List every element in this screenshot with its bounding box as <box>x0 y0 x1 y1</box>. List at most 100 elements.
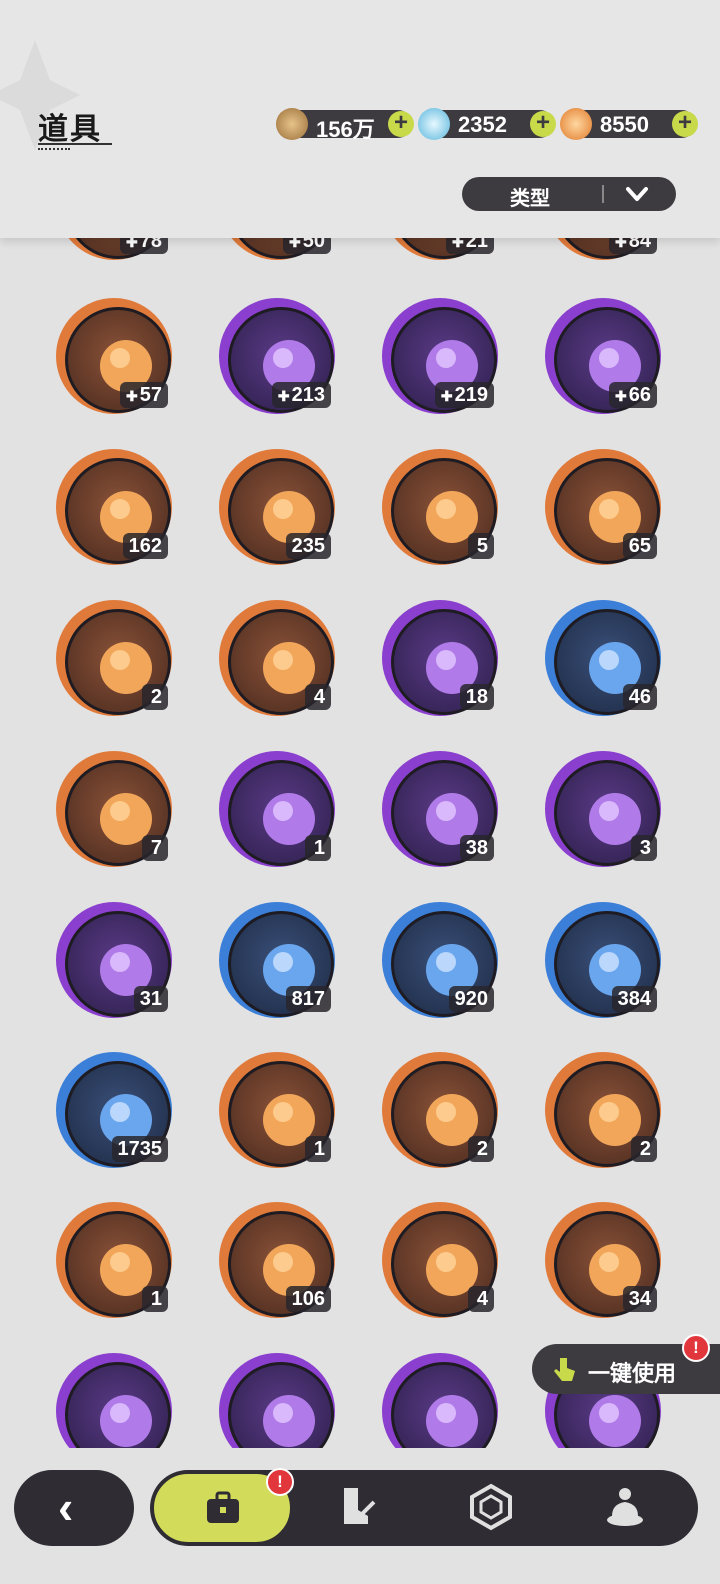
one-key-use-button[interactable]: 一键使用 ! <box>532 1334 720 1394</box>
item-count-value: 57 <box>139 384 162 406</box>
item-count: 18 <box>459 684 494 710</box>
item-count: ✚ 213 <box>271 382 331 408</box>
item-count: 2 <box>631 1136 657 1162</box>
currency-star-value: 8550 <box>600 112 649 137</box>
inventory-item[interactable]: 4 <box>382 1202 498 1318</box>
currency-crystal-value: 2352 <box>458 112 507 137</box>
add-star-button[interactable]: + <box>672 111 698 137</box>
item-count-value: 920 <box>454 988 488 1010</box>
inventory-item[interactable]: 46 <box>545 600 661 716</box>
inventory-item[interactable]: 34 <box>545 1202 661 1318</box>
fragment-icon: ✚ <box>615 388 627 404</box>
item-count-value: 66 <box>628 384 651 406</box>
inventory-item[interactable]: 1 <box>219 751 335 867</box>
item-count-value: 1735 <box>117 1138 163 1160</box>
item-count: 3 <box>631 835 657 861</box>
star-coin-icon <box>263 1395 315 1447</box>
inventory-item[interactable]: 1 <box>219 1052 335 1168</box>
one-key-use-label: 一键使用 <box>588 1361 677 1386</box>
inventory-item[interactable]: 2 <box>545 1052 661 1168</box>
inventory-item[interactable]: 18 <box>382 600 498 716</box>
item-count-value: 7 <box>150 837 162 859</box>
one-key-use-badge: ! <box>682 1334 710 1362</box>
tab-bag[interactable]: ! <box>152 1468 294 1544</box>
item-count: 1 <box>305 835 331 861</box>
inventory-item[interactable]: ✚ 219 <box>382 298 498 414</box>
item-count-value: 4 <box>313 686 325 708</box>
item-rarity-ring <box>56 1353 172 1448</box>
item-count: ✚ 57 <box>120 382 168 408</box>
star-shard-icon <box>560 108 592 140</box>
type-filter-dropdown[interactable]: 类型 <box>462 177 676 211</box>
inventory-item[interactable]: 2 <box>382 1052 498 1168</box>
ice-coin-icon <box>589 1395 641 1447</box>
bag-icon <box>207 1491 239 1523</box>
inventory-item[interactable]: ✚ 213 <box>219 298 335 414</box>
back-arrow-icon: ‹ <box>58 1481 74 1533</box>
currency-star: 8550 + <box>560 108 698 140</box>
inventory-item[interactable]: 31 <box>56 902 172 1018</box>
item-count-value: 817 <box>291 988 325 1010</box>
currency-gold: 156万 + <box>276 108 414 142</box>
boot-sword-icon[interactable] <box>330 1482 380 1532</box>
type-filter-label: 类型 <box>510 188 550 210</box>
item-frame <box>65 1362 171 1448</box>
item-count-value: 219 <box>454 384 488 406</box>
inventory-item[interactable]: ✚ 66 <box>545 298 661 414</box>
inventory-item[interactable]: 3 <box>545 751 661 867</box>
item-count: 235 <box>285 533 331 559</box>
inventory-item[interactable]: 2 <box>56 600 172 716</box>
item-count: 920 <box>448 986 494 1012</box>
item-count: 817 <box>285 986 331 1012</box>
inventory-item[interactable]: 162 <box>56 449 172 565</box>
inventory-item[interactable] <box>219 1353 335 1448</box>
tap-hand-icon <box>554 1358 575 1381</box>
item-count-value: 213 <box>291 384 325 406</box>
item-count: 384 <box>611 986 657 1012</box>
item-count-value: 1 <box>150 1288 162 1310</box>
back-button[interactable]: ‹ <box>14 1470 134 1546</box>
cream-icon[interactable] <box>600 1482 650 1532</box>
gold-coin-icon <box>100 1395 152 1447</box>
item-count-value: 4 <box>476 1288 488 1310</box>
inventory-item[interactable]: 65 <box>545 449 661 565</box>
hexagon-gem-icon[interactable] <box>466 1482 516 1532</box>
item-count: ✚ 66 <box>609 382 657 408</box>
inventory-item[interactable]: 384 <box>545 902 661 1018</box>
inventory-item[interactable]: 7 <box>56 751 172 867</box>
inventory-item[interactable]: 235 <box>219 449 335 565</box>
gold-coin-icon <box>276 108 308 140</box>
item-count-value: 162 <box>128 535 162 557</box>
item-count: 46 <box>622 684 657 710</box>
item-count: 1 <box>142 1286 168 1312</box>
add-gold-button[interactable]: + <box>388 111 414 137</box>
inventory-item[interactable] <box>382 1353 498 1448</box>
inventory-item[interactable]: 1 <box>56 1202 172 1318</box>
item-count: 7 <box>142 835 168 861</box>
item-count: 4 <box>305 684 331 710</box>
item-count-value: 384 <box>617 988 651 1010</box>
item-grid: ✚ 78 ✚ 50 ✚ 21 ✚ 84 ✚ 57 ✚ 213 ✚ 219 ✚ 66 162 235 5 65 2 4 18 4… <box>0 180 720 1448</box>
item-count-value: 1 <box>313 1138 325 1160</box>
inventory-item[interactable]: 106 <box>219 1202 335 1318</box>
bag-tab-badge: ! <box>266 1468 294 1496</box>
item-count: 2 <box>468 1136 494 1162</box>
item-count: 162 <box>122 533 168 559</box>
item-count: 1735 <box>111 1136 168 1162</box>
inventory-item[interactable]: 38 <box>382 751 498 867</box>
item-count-value: 18 <box>465 686 488 708</box>
item-count: 65 <box>622 533 657 559</box>
inventory-item[interactable]: ✚ 57 <box>56 298 172 414</box>
add-crystal-button[interactable]: + <box>530 111 556 137</box>
page-title: 道具 <box>38 113 102 146</box>
inventory-item[interactable]: 920 <box>382 902 498 1018</box>
inventory-item[interactable]: 5 <box>382 449 498 565</box>
inventory-item[interactable]: 817 <box>219 902 335 1018</box>
inventory-item[interactable]: 1735 <box>56 1052 172 1168</box>
title-underline <box>38 143 112 145</box>
fragment-icon: ✚ <box>126 388 138 404</box>
inventory-item[interactable]: 4 <box>219 600 335 716</box>
item-count: 38 <box>459 835 494 861</box>
inventory-item[interactable] <box>56 1353 172 1448</box>
item-count-value: 1 <box>313 837 325 859</box>
